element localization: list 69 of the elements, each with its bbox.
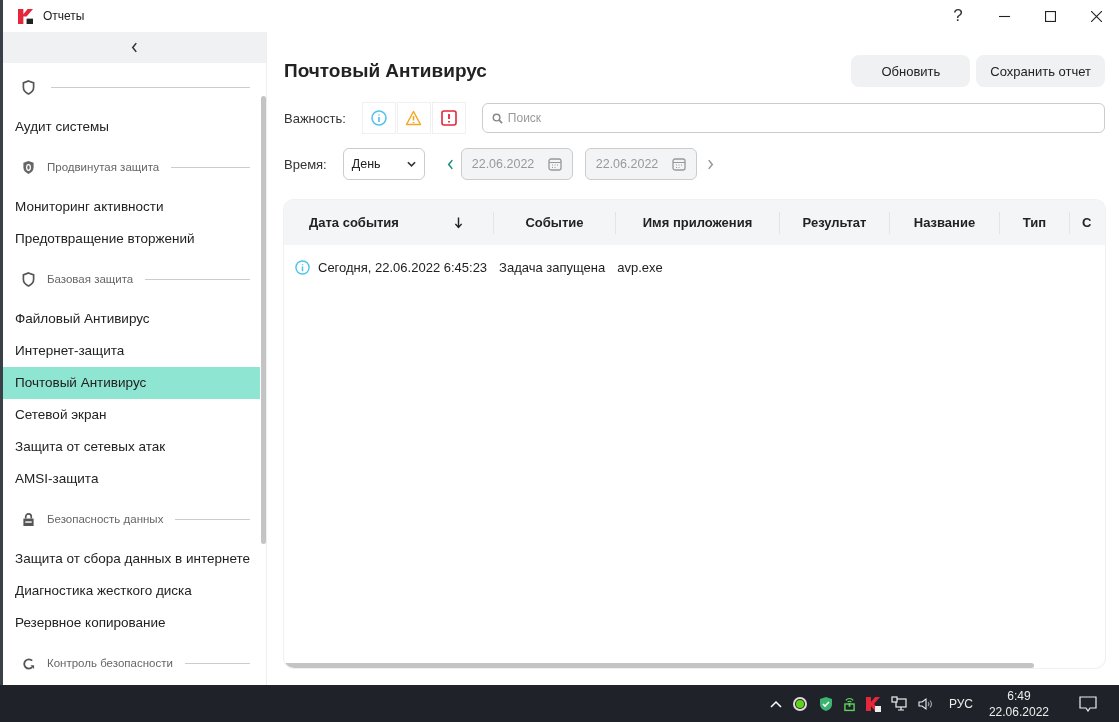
section-label: Базовая защита (47, 273, 134, 285)
action-button[interactable]: Обновить (851, 55, 971, 87)
sidebar-item[interactable]: Диагностика жесткого диска (3, 575, 260, 607)
severity-label: Важность: (284, 110, 346, 126)
refresh-shield-icon (22, 655, 35, 671)
column-header[interactable]: Дата события (284, 211, 494, 234)
page-title: Почтовый Антивирус (284, 60, 487, 82)
scrollbar[interactable] (261, 96, 266, 544)
column-header[interactable]: Результат (780, 211, 890, 234)
section-label: Контроль безопасности (47, 657, 173, 669)
table-cell: Задача запущена (499, 259, 606, 275)
search-field[interactable]: Поиск (481, 103, 1105, 133)
sidebar-item[interactable]: Файловый Антивирус (3, 303, 260, 335)
chevron-left-icon (447, 158, 455, 170)
network-icon[interactable] (890, 695, 907, 712)
chevron-right-icon (707, 158, 715, 170)
calendar-icon (671, 157, 686, 171)
column-header[interactable]: С (1070, 211, 1105, 234)
error-icon (440, 110, 457, 126)
maximize-icon (1044, 10, 1056, 22)
time-label: Время: (284, 156, 327, 172)
network-adapter-icon[interactable] (843, 695, 855, 712)
period-dropdown[interactable]: День (342, 148, 425, 180)
shield-icon (22, 159, 35, 175)
sidebar-item[interactable]: Аудит системы (3, 111, 260, 143)
sidebar-item[interactable]: Сетевой экран (3, 399, 260, 431)
column-header[interactable]: Тип (1000, 211, 1070, 234)
close-icon (1090, 10, 1102, 22)
column-header[interactable]: Событие (494, 211, 616, 234)
table-row[interactable]: Сегодня, 22.06.2022 6:45:23 Задача запущена avp.exe (284, 245, 1105, 289)
sidebar-item[interactable]: Почтовый Антивирус (3, 367, 260, 399)
sidebar-item[interactable]: Резервное копирование (3, 607, 260, 639)
search-icon (491, 113, 503, 124)
sort-arrow-icon (454, 216, 463, 229)
lock-icon (22, 511, 35, 527)
caret-icon (406, 161, 416, 167)
calendar-icon (547, 157, 562, 171)
speaker-icon[interactable] (916, 695, 933, 712)
notification-icon[interactable] (1079, 695, 1097, 712)
info-icon (370, 110, 387, 126)
table-cell: avp.exe (617, 259, 663, 275)
app-logo-icon (18, 8, 33, 24)
sidebar-item[interactable]: Предотвращение вторжений (3, 223, 260, 255)
sidebar-item[interactable]: AMSI-защита (3, 463, 260, 495)
action-button[interactable]: Сохранить отчет (976, 55, 1105, 87)
section-label: Продвинутая защита (47, 161, 160, 173)
chevron-up-icon[interactable] (769, 699, 782, 708)
shield-check-icon[interactable] (817, 695, 834, 712)
error-filter-button[interactable] (431, 102, 466, 134)
help-button[interactable]: ? (935, 0, 981, 32)
column-header[interactable]: Имя приложения (616, 211, 780, 234)
sidebar-item[interactable]: Защита от сетевых атак (3, 431, 260, 463)
sidebar-item[interactable]: Мониторинг активности (3, 191, 260, 223)
chevron-left-icon (131, 42, 138, 53)
window-title: Отчеты (43, 9, 85, 23)
antivirus-tray-icon[interactable] (864, 695, 881, 712)
table-cell: Сегодня, 22.06.2022 6:45:23 (318, 259, 488, 275)
horizontal-scrollbar[interactable] (284, 663, 1034, 668)
shield-icon (22, 271, 35, 287)
warning-icon (405, 110, 423, 126)
sidebar-item[interactable]: Защита от сбора данных в интернете (3, 543, 260, 575)
shield-icon (22, 79, 35, 95)
section-label: Безопасность данных (47, 513, 164, 525)
column-header[interactable]: Название (890, 211, 1000, 234)
sidebar-item[interactable]: Интернет-защита (3, 335, 260, 367)
language-indicator[interactable]: РУС (948, 696, 973, 711)
clock[interactable]: 6:49 22.06.2022 (988, 687, 1049, 720)
status-ring-icon[interactable] (791, 695, 808, 712)
info-icon (295, 259, 310, 275)
